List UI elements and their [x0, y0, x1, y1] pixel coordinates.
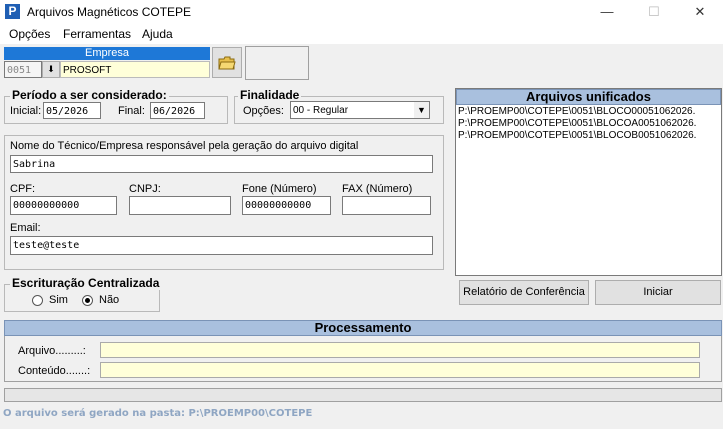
finalidade-title: Finalidade — [238, 88, 302, 102]
unificados-header: Arquivos unificados — [456, 89, 721, 105]
fone-label: Fone (Número) — [242, 183, 317, 195]
escrituracao-title: Escrituração Centralizada — [10, 276, 162, 290]
relatorio-conferencia-button[interactable]: Relatório de Conferência — [459, 280, 589, 305]
folder-icon — [218, 56, 236, 70]
iniciar-button[interactable]: Iniciar — [595, 280, 721, 305]
open-folder-button[interactable] — [212, 47, 242, 78]
list-item[interactable]: P:\PROEMP00\COTEPE\0051\BLOCOA0051062026… — [456, 118, 721, 130]
arquivo-field — [100, 342, 700, 358]
app-icon: P — [5, 4, 20, 19]
status-message: O arquivo será gerado na pasta: P:\PROEM… — [3, 408, 313, 419]
arrow-down-icon: ⬇ — [47, 64, 55, 74]
menu-ferramentas[interactable]: Ferramentas — [63, 27, 131, 41]
close-button[interactable]: ✕ — [677, 0, 723, 24]
finalidade-selected-value: 00 - Regular — [293, 105, 349, 116]
menu-opcoes[interactable]: Opções — [9, 27, 50, 41]
tecnico-name-label: Nome do Técnico/Empresa responsável pela… — [10, 140, 359, 152]
email-label: Email: — [10, 222, 41, 234]
finalidade-opcoes-label: Opções: — [243, 105, 284, 117]
periodo-inicial-input[interactable]: 05/2026 — [43, 102, 101, 119]
fax-label: FAX (Número) — [342, 183, 413, 195]
empresa-lookup-button[interactable]: ⬇ — [42, 61, 60, 78]
periodo-final-input[interactable]: 06/2026 — [150, 102, 205, 119]
periodo-final-label: Final: — [118, 105, 145, 117]
escrituracao-nao-radio[interactable] — [82, 295, 93, 306]
window-title: Arquivos Magnéticos COTEPE — [27, 5, 192, 19]
escrituracao-sim-radio[interactable] — [32, 295, 43, 306]
processamento-header: Processamento — [4, 320, 722, 336]
escrituracao-sim-label[interactable]: Sim — [49, 294, 68, 306]
tecnico-name-input[interactable]: Sabrina — [10, 155, 433, 173]
list-item[interactable]: P:\PROEMP00\COTEPE\0051\BLOCO00051062026… — [456, 106, 721, 118]
progress-bar — [4, 388, 722, 402]
periodo-inicial-label: Inicial: — [10, 105, 42, 117]
conteudo-label: Conteúdo.......: — [18, 365, 91, 377]
cpf-label: CPF: — [10, 183, 36, 195]
logo-panel — [245, 46, 309, 80]
email-input[interactable]: teste@teste — [10, 236, 433, 255]
maximize-button[interactable]: ☐ — [631, 0, 677, 24]
list-item[interactable]: P:\PROEMP00\COTEPE\0051\BLOCOB0051062026… — [456, 130, 721, 142]
finalidade-select[interactable]: 00 - Regular — [290, 101, 430, 119]
menu-ajuda[interactable]: Ajuda — [142, 27, 173, 41]
escrituracao-nao-label[interactable]: Não — [99, 294, 119, 306]
cnpj-label: CNPJ: — [129, 183, 161, 195]
empresa-header: Empresa — [4, 47, 210, 60]
arquivo-label: Arquivo.........: — [18, 345, 86, 357]
minimize-button[interactable]: — — [584, 0, 630, 24]
chevron-down-icon: ▼ — [417, 105, 426, 115]
empresa-code-field[interactable]: 0051 — [4, 61, 42, 78]
finalidade-dropdown-button[interactable]: ▼ — [414, 102, 429, 118]
cnpj-input[interactable] — [129, 196, 231, 215]
fone-input[interactable]: 00000000000 — [242, 196, 331, 215]
unificados-list[interactable]: P:\PROEMP00\COTEPE\0051\BLOCO00051062026… — [456, 106, 721, 274]
periodo-title: Período a ser considerado: — [10, 88, 169, 102]
cpf-input[interactable]: 00000000000 — [10, 196, 117, 215]
conteudo-field — [100, 362, 700, 378]
fax-input[interactable] — [342, 196, 431, 215]
empresa-name-field: PROSOFT — [60, 61, 210, 78]
